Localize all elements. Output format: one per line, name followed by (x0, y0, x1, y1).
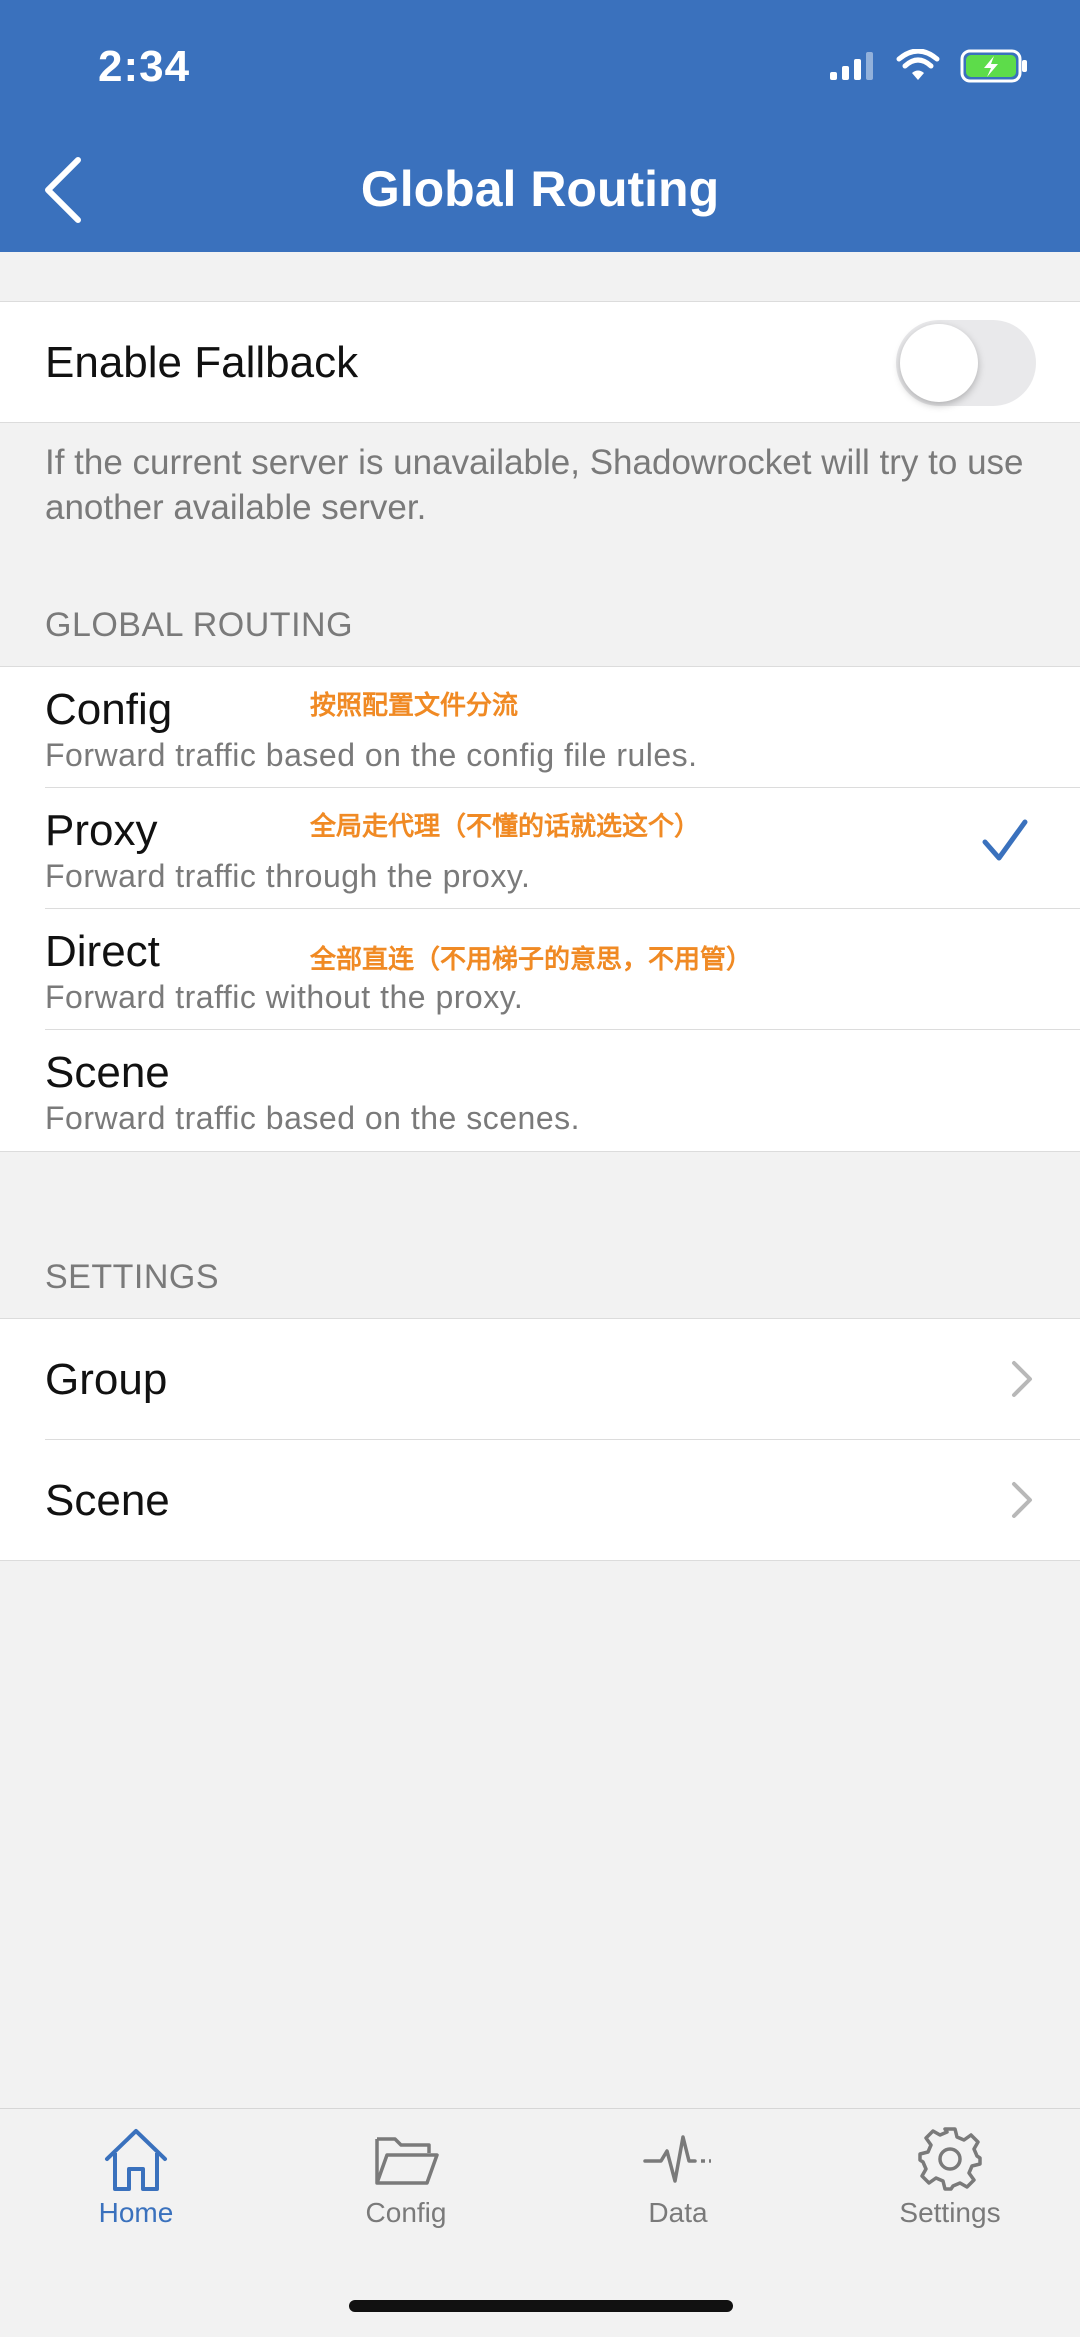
tab-home[interactable]: Home (36, 2125, 236, 2255)
pulse-icon (643, 2135, 711, 2183)
route-subtitle: Forward traffic based on the scenes. (45, 1100, 581, 1136)
toggle-knob (900, 324, 978, 402)
gear-icon (918, 2127, 982, 2191)
section-header-global-routing: GLOBAL ROUTING (45, 606, 354, 644)
route-title: Proxy (45, 806, 158, 855)
page-title: Global Routing (360, 161, 720, 217)
home-indicator (349, 2300, 733, 2312)
wifi-icon (896, 49, 940, 80)
tab-settings[interactable]: Settings (850, 2125, 1050, 2255)
route-annotation: 全部直连（不用梯子的意思，不用管） (310, 944, 753, 974)
tab-data[interactable]: Data (578, 2125, 778, 2255)
settings-list: Group Scene (0, 1318, 1080, 1561)
tab-label: Data (648, 2197, 708, 2228)
route-title: Direct (45, 927, 160, 976)
route-annotation: 按照配置文件分流 (310, 690, 519, 720)
fallback-label: Enable Fallback (45, 338, 359, 387)
chevron-right-icon (1012, 1361, 1032, 1397)
tab-label: Config (365, 2197, 447, 2228)
route-option-scene[interactable]: Scene Forward traffic based on the scene… (0, 1030, 1080, 1151)
chevron-right-icon (1012, 1482, 1032, 1518)
route-option-config[interactable]: Config Forward traffic based on the conf… (0, 667, 1080, 788)
route-title: Config (45, 685, 173, 734)
settings-item-label: Group (45, 1355, 168, 1404)
home-icon (105, 2129, 167, 2191)
tab-config[interactable]: Config (306, 2125, 506, 2255)
route-title: Scene (45, 1048, 170, 1097)
route-subtitle: Forward traffic without the proxy. (45, 979, 524, 1015)
tab-label: Settings (899, 2197, 1001, 2228)
folder-icon (375, 2137, 439, 2185)
route-option-proxy[interactable]: Proxy Forward traffic through the proxy.… (0, 788, 1080, 909)
signal-icon (830, 52, 873, 80)
nav-header: 2:34 Global Routing (0, 0, 1080, 252)
route-option-direct[interactable]: Direct Forward traffic without the proxy… (0, 909, 1080, 1030)
battery-charging-icon (960, 49, 1027, 83)
fallback-toggle[interactable] (896, 320, 1036, 406)
section-header-settings: SETTINGS (45, 1258, 220, 1296)
settings-item-scene[interactable]: Scene (0, 1440, 1080, 1561)
route-annotation: 全局走代理（不懂的话就选这个） (310, 811, 701, 841)
checkmark-icon (982, 819, 1028, 861)
settings-item-label: Scene (45, 1476, 170, 1525)
routing-options: Config Forward traffic based on the conf… (0, 666, 1080, 1152)
fallback-description: If the current server is unavailable, Sh… (45, 443, 1024, 527)
settings-item-group[interactable]: Group (0, 1319, 1080, 1440)
tab-label: Home (98, 2197, 174, 2228)
route-subtitle: Forward traffic through the proxy. (45, 858, 531, 894)
route-subtitle: Forward traffic based on the config file… (45, 737, 698, 773)
status-time: 2:34 (98, 42, 191, 91)
status-icons (828, 48, 1030, 84)
fallback-row: Enable Fallback (0, 301, 1080, 423)
